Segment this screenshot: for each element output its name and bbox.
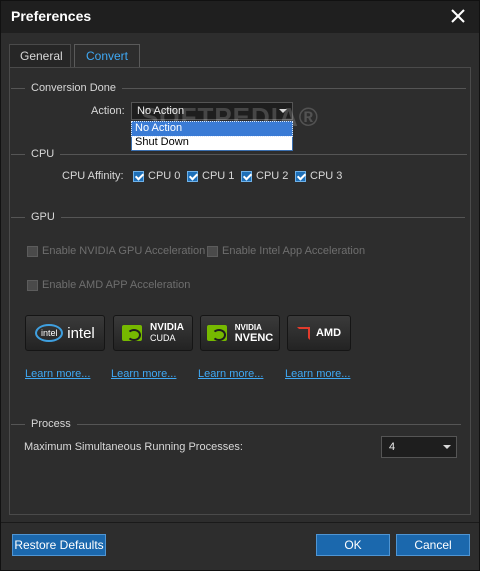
checkbox-label: CPU 2: [256, 170, 289, 182]
section-heading: GPU: [31, 211, 55, 223]
cuda-label: CUDA: [150, 333, 176, 343]
amd-arrow-icon: [296, 326, 310, 340]
checkbox-label: Enable NVIDIA GPU Acceleration: [42, 245, 206, 257]
cpu-affinity-label: CPU Affinity:: [62, 170, 124, 182]
checkbox-label: CPU 3: [310, 170, 343, 182]
learn-more-amd-link[interactable]: Learn more...: [285, 368, 350, 380]
cpu2-checkbox[interactable]: CPU 2: [241, 170, 288, 182]
checkbox-unchecked-icon: [27, 245, 38, 257]
amd-wordmark: AMD: [315, 327, 342, 339]
cpu0-checkbox[interactable]: CPU 0: [133, 170, 180, 182]
tab-convert[interactable]: Convert: [74, 44, 140, 68]
nvidia-eye-icon: [122, 325, 143, 341]
max-processes-select[interactable]: 4: [381, 436, 457, 458]
checkbox-label: CPU 0: [148, 170, 181, 182]
amd-logo-button[interactable]: AMD: [287, 315, 351, 351]
intel-logo-button[interactable]: intel intel: [25, 315, 105, 351]
section-process: Process: [11, 418, 461, 430]
intel-logo: intel intel: [35, 324, 95, 342]
cancel-button[interactable]: Cancel: [396, 534, 470, 556]
section-conversion-done: Conversion Done: [11, 82, 466, 94]
nvidia-wordmark: NVIDIA: [150, 322, 184, 333]
action-select-value: No Action: [137, 105, 185, 117]
close-icon[interactable]: [449, 7, 467, 25]
footer-divider: [1, 522, 479, 523]
window-title: Preferences: [11, 8, 92, 24]
learn-more-cuda-link[interactable]: Learn more...: [111, 368, 176, 380]
max-processes-label: Maximum Simultaneous Running Processes:: [24, 441, 243, 453]
nvidia-nvenc-logo-button[interactable]: NVIDIA NVENC: [200, 315, 280, 351]
checkbox-label: CPU 1: [202, 170, 235, 182]
intel-oval-icon: intel: [35, 324, 64, 342]
title-bar: Preferences: [1, 1, 479, 33]
restore-defaults-button[interactable]: Restore Defaults: [12, 534, 106, 556]
learn-more-intel-link[interactable]: Learn more...: [25, 368, 90, 380]
tab-general[interactable]: General: [9, 44, 71, 68]
cpu3-checkbox[interactable]: CPU 3: [295, 170, 342, 182]
intel-acceleration-checkbox[interactable]: Enable Intel App Acceleration: [207, 245, 365, 257]
action-label: Action:: [91, 105, 125, 117]
preferences-window: Preferences General Convert Conversion D…: [0, 0, 480, 571]
checkbox-label: Enable Intel App Acceleration: [222, 245, 366, 257]
learn-more-nvenc-link[interactable]: Learn more...: [198, 368, 263, 380]
checkbox-label: Enable AMD APP Acceleration: [42, 279, 191, 291]
action-dropdown-list: No Action Shut Down: [131, 121, 293, 151]
section-heading: CPU: [31, 148, 55, 160]
nvidia-eye-icon: [206, 325, 227, 341]
amd-acceleration-checkbox[interactable]: Enable AMD APP Acceleration: [27, 279, 190, 291]
section-heading: Conversion Done: [31, 82, 116, 94]
checkbox-unchecked-icon: [27, 279, 38, 291]
nvidia-acceleration-checkbox[interactable]: Enable NVIDIA GPU Acceleration: [27, 245, 205, 257]
action-select[interactable]: No Action: [131, 102, 293, 120]
checkbox-unchecked-icon: [207, 245, 218, 257]
section-heading: Process: [31, 418, 71, 430]
action-option-no-action[interactable]: No Action: [131, 121, 293, 137]
checkbox-checked-icon: [295, 170, 306, 182]
cpu1-checkbox[interactable]: CPU 1: [187, 170, 234, 182]
action-option-shut-down[interactable]: Shut Down: [132, 136, 292, 150]
intel-wordmark: intel: [67, 324, 95, 342]
nvenc-label: NVENC: [234, 332, 274, 344]
checkbox-checked-icon: [133, 170, 144, 182]
section-gpu: GPU: [11, 211, 465, 223]
checkbox-checked-icon: [241, 170, 252, 182]
chevron-down-icon: [279, 109, 287, 113]
ok-button[interactable]: OK: [316, 534, 390, 556]
checkbox-checked-icon: [187, 170, 198, 182]
max-processes-value: 4: [389, 441, 396, 453]
nvidia-cuda-logo-button[interactable]: NVIDIA CUDA: [113, 315, 193, 351]
chevron-down-icon: [443, 445, 451, 449]
